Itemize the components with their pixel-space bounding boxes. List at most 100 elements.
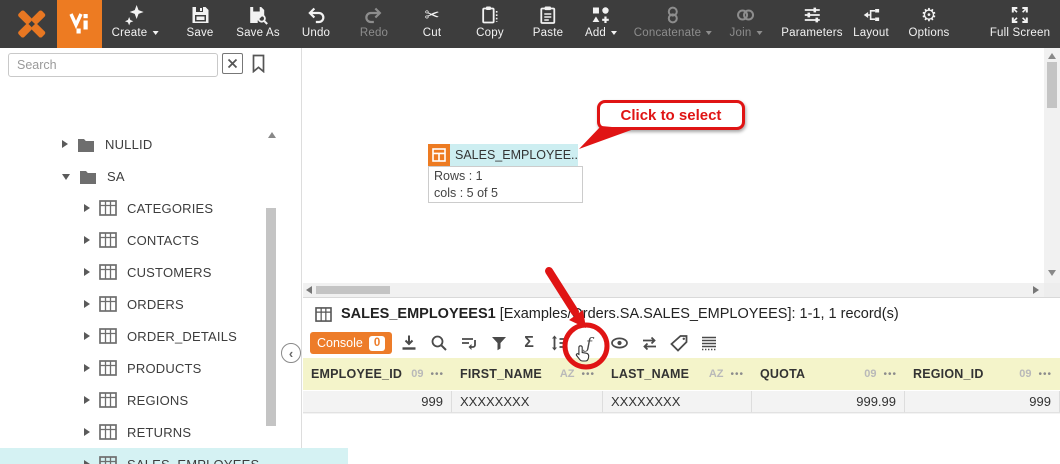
cell-last-name[interactable]: XXXXXXXX (603, 391, 752, 413)
caret-right-icon[interactable] (84, 396, 90, 404)
sidebar-item-returns[interactable]: RETURNS (0, 416, 348, 448)
clear-search-button[interactable] (222, 53, 243, 74)
active-module-logo-icon[interactable] (57, 0, 102, 48)
table-node-header[interactable]: SALES_EMPLOYEE... (428, 144, 578, 166)
search-rows-button[interactable] (424, 331, 454, 355)
scroll-up-icon[interactable] (1047, 53, 1056, 59)
sparkle-create-icon (112, 4, 159, 26)
bookmark-icon[interactable] (251, 54, 266, 73)
caret-right-icon[interactable] (62, 140, 68, 148)
cut-button[interactable]: ✂ Cut (423, 4, 442, 39)
sidebar-item-sa[interactable]: SA (0, 160, 326, 192)
column-name: EMPLOYEE_ID (311, 367, 403, 381)
table-node-body[interactable]: Rows : 1 cols : 5 of 5 (428, 166, 583, 203)
full-screen-button[interactable]: Full Screen (990, 4, 1050, 39)
column-header-region-id[interactable]: REGION_ID 09 ••• (905, 358, 1060, 390)
console-button[interactable]: Console 0 (310, 332, 393, 354)
full-screen-label: Full Screen (989, 27, 1051, 39)
row-height-button[interactable] (544, 331, 574, 355)
canvas-hscroll-thumb[interactable] (316, 286, 390, 294)
sidebar-item-regions[interactable]: REGIONS (0, 384, 348, 416)
folder-icon (77, 137, 95, 152)
column-header-employee-id[interactable]: EMPLOYEE_ID 09 ••• (303, 358, 452, 390)
tree-label: ORDER_DETAILS (127, 328, 237, 344)
grid-header-row: EMPLOYEE_ID 09 ••• FIRST_NAME AZ ••• LAST_… (303, 358, 1060, 390)
column-header-first-name[interactable]: FIRST_NAME AZ ••• (452, 358, 603, 390)
chevron-down-icon (152, 31, 159, 35)
join-label: Join (729, 27, 752, 39)
sidebar-item-customers[interactable]: CUSTOMERS (0, 256, 348, 288)
caret-right-icon[interactable] (84, 364, 90, 372)
caret-right-icon[interactable] (84, 428, 90, 436)
preview-eye-button[interactable] (604, 331, 634, 355)
tree-scrollbar[interactable] (266, 208, 276, 426)
add-button[interactable]: Add (585, 4, 618, 39)
canvas-vscroll-thumb[interactable] (1047, 62, 1057, 108)
save-as-button[interactable]: Save As (236, 4, 280, 39)
table-icon (99, 456, 117, 464)
column-menu-icon[interactable]: ••• (730, 369, 744, 380)
caret-right-icon[interactable] (84, 204, 90, 212)
canvas-horizontal-scrollbar[interactable] (303, 283, 1044, 297)
caret-right-icon[interactable] (84, 460, 90, 464)
table-node-title: SALES_EMPLOYEE... (450, 144, 578, 166)
download-button[interactable] (394, 331, 424, 355)
cell-quota[interactable]: 999.99 (752, 391, 905, 413)
cell-employee-id[interactable]: 999 (303, 391, 452, 413)
cell-region-id[interactable]: 999 (905, 391, 1060, 413)
save-button[interactable]: Save (186, 4, 213, 39)
paste-button[interactable]: Paste (533, 4, 563, 39)
undo-button[interactable]: Undo (302, 4, 330, 39)
tree-scroll-up-icon[interactable] (268, 132, 276, 138)
tag-button[interactable] (664, 331, 694, 355)
concatenate-button: Concatenate (633, 4, 713, 39)
save-label: Save (186, 27, 214, 39)
formula-fx-button[interactable]: ƒ (574, 331, 604, 355)
node-cols-label: cols : 5 of 5 (434, 185, 498, 200)
tree-label: RETURNS (127, 424, 192, 440)
scroll-right-icon[interactable] (1033, 285, 1039, 294)
column-menu-icon[interactable]: ••• (1038, 369, 1052, 380)
app-logo-icon[interactable] (13, 6, 51, 42)
caret-right-icon[interactable] (84, 236, 90, 244)
search-input[interactable] (8, 53, 218, 77)
options-button[interactable]: ⚙ Options (908, 4, 949, 39)
console-count-badge: 0 (368, 335, 386, 351)
caret-down-icon[interactable] (62, 174, 70, 180)
aggregate-sigma-button[interactable]: Σ (514, 331, 544, 355)
sidebar-item-sales-employees[interactable]: SALES_EMPLOYEES (0, 448, 348, 464)
column-name: REGION_ID (913, 367, 984, 381)
caret-right-icon[interactable] (84, 332, 90, 340)
column-header-quota[interactable]: QUOTA 09 ••• (752, 358, 905, 390)
column-menu-icon[interactable]: ••• (430, 369, 444, 380)
sidebar-item-orders[interactable]: ORDERS (0, 288, 348, 320)
design-canvas[interactable] (303, 48, 1044, 283)
filter-button[interactable] (484, 331, 514, 355)
create-button[interactable]: Create (112, 4, 159, 39)
swap-columns-button[interactable] (634, 331, 664, 355)
numeric-type-badge: 09 (411, 368, 424, 380)
layout-button[interactable]: Layout (853, 4, 889, 39)
caret-right-icon[interactable] (84, 300, 90, 308)
parameters-button[interactable]: Parameters (781, 4, 843, 39)
sidebar-item-nullid[interactable]: NULLID (0, 128, 326, 160)
cell-first-name[interactable]: XXXXXXXX (452, 391, 603, 413)
column-header-last-name[interactable]: LAST_NAME AZ ••• (603, 358, 752, 390)
concatenate-label: Concatenate (633, 27, 702, 39)
layout-label: Layout (853, 27, 889, 39)
limit-rows-button[interactable] (454, 331, 484, 355)
copy-button[interactable]: Copy (476, 4, 504, 39)
sidebar-item-categories[interactable]: CATEGORIES (0, 192, 348, 224)
row-list-button[interactable] (694, 331, 724, 355)
result-table-name: SALES_EMPLOYEES1 (341, 306, 496, 322)
column-menu-icon[interactable]: ••• (581, 369, 595, 380)
sliders-icon (781, 4, 842, 26)
sidebar-item-contacts[interactable]: CONTACTS (0, 224, 348, 256)
column-menu-icon[interactable]: ••• (883, 369, 897, 380)
scroll-down-icon[interactable] (1047, 270, 1056, 276)
grid-data-row[interactable]: 999 XXXXXXXX XXXXXXXX 999.99 999 (303, 390, 1060, 414)
scroll-left-icon[interactable] (306, 285, 312, 294)
save-icon (186, 4, 213, 26)
collapse-panel-button[interactable]: ‹ (281, 343, 301, 363)
caret-right-icon[interactable] (84, 268, 90, 276)
